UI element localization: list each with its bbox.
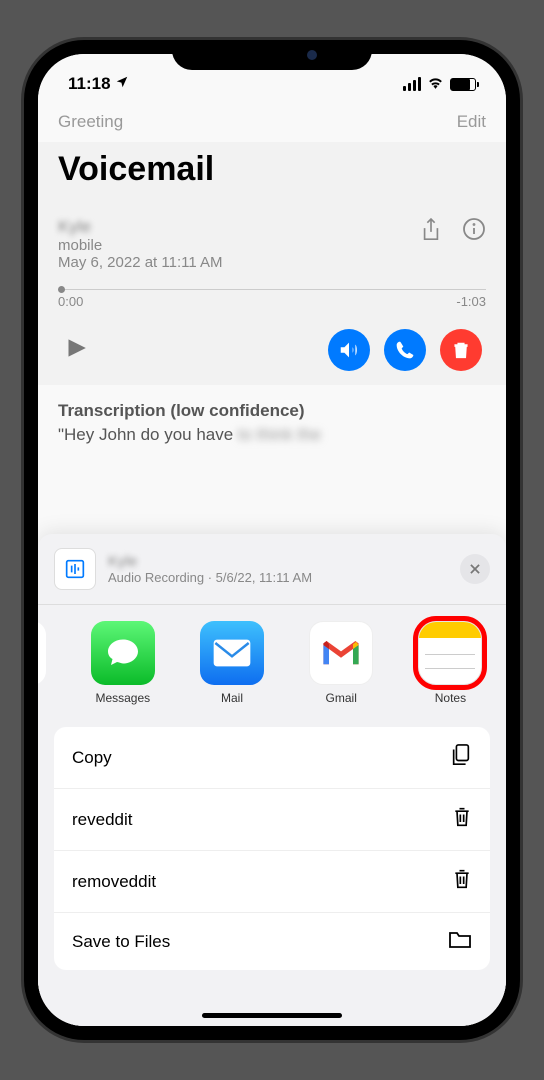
action-label: Save to Files — [72, 932, 170, 952]
share-sheet: Kyle Audio Recording · 5/6/22, 11:11 AM … — [38, 534, 506, 1026]
notch — [172, 40, 372, 70]
folder-icon — [448, 929, 472, 954]
action-label: reveddit — [72, 810, 132, 830]
signal-icon — [403, 77, 421, 91]
trash-icon — [452, 805, 472, 834]
phone-frame: 11:18 Greeting Edit — [24, 40, 520, 1040]
info-icon[interactable] — [462, 217, 486, 248]
share-item-title: Kyle — [108, 553, 448, 570]
share-app-gmail[interactable]: Gmail — [290, 621, 393, 705]
close-button[interactable] — [460, 554, 490, 584]
remaining-time: -1:03 — [456, 294, 486, 309]
voicemail-date: May 6, 2022 at 11:11 AM — [58, 254, 223, 271]
transcription-title: Transcription (low confidence) — [58, 401, 486, 421]
share-item-subtitle: Audio Recording · 5/6/22, 11:11 AM — [108, 570, 448, 585]
edit-link[interactable]: Edit — [457, 112, 486, 132]
share-apps-row[interactable]: Messages Mail Gmail Notes — [38, 605, 506, 715]
speaker-button[interactable] — [328, 329, 370, 371]
screen: 11:18 Greeting Edit — [38, 54, 506, 1026]
trash-icon — [452, 867, 472, 896]
mail-icon — [200, 621, 264, 685]
elapsed-time: 0:00 — [58, 294, 83, 309]
gmail-icon — [309, 621, 373, 685]
battery-icon — [450, 78, 476, 91]
action-copy[interactable]: Copy — [54, 727, 490, 789]
app-label: Gmail — [326, 691, 357, 705]
phone-type: mobile — [58, 237, 223, 254]
app-label: Notes — [435, 691, 466, 705]
app-label: Messages — [95, 691, 150, 705]
action-save-to-files[interactable]: Save to Files — [54, 913, 490, 970]
action-removeddit[interactable]: removeddit — [54, 851, 490, 913]
action-label: removeddit — [72, 872, 156, 892]
voicemail-card: Kyle mobile May 6, 2022 at 11:11 AM — [38, 203, 506, 385]
audio-file-icon — [54, 548, 96, 590]
messages-icon — [91, 621, 155, 685]
transcription-section: Transcription (low confidence) "Hey John… — [38, 385, 506, 461]
call-button[interactable] — [384, 329, 426, 371]
greeting-link[interactable]: Greeting — [58, 112, 123, 132]
action-label: Copy — [72, 748, 112, 768]
share-app-airdrop[interactable] — [38, 621, 65, 705]
notes-icon — [418, 621, 482, 685]
action-reveddit[interactable]: reveddit — [54, 789, 490, 851]
play-button[interactable] — [62, 333, 88, 368]
caller-name: Kyle — [58, 217, 223, 237]
location-icon — [115, 74, 129, 94]
share-actions-list: Copy reveddit removeddit — [54, 727, 490, 970]
home-indicator[interactable] — [202, 1013, 342, 1018]
app-label: Mail — [221, 691, 243, 705]
share-app-notes[interactable]: Notes — [399, 621, 502, 705]
copy-icon — [450, 743, 472, 772]
share-icon[interactable] — [420, 217, 442, 248]
share-app-mail[interactable]: Mail — [180, 621, 283, 705]
page-title: Voicemail — [38, 142, 506, 203]
share-app-messages[interactable]: Messages — [71, 621, 174, 705]
status-time: 11:18 — [68, 74, 111, 94]
wifi-icon — [427, 74, 444, 94]
transcription-text: "Hey John do you have to think the — [58, 425, 486, 445]
playback-slider[interactable] — [58, 289, 486, 290]
delete-button[interactable] — [440, 329, 482, 371]
